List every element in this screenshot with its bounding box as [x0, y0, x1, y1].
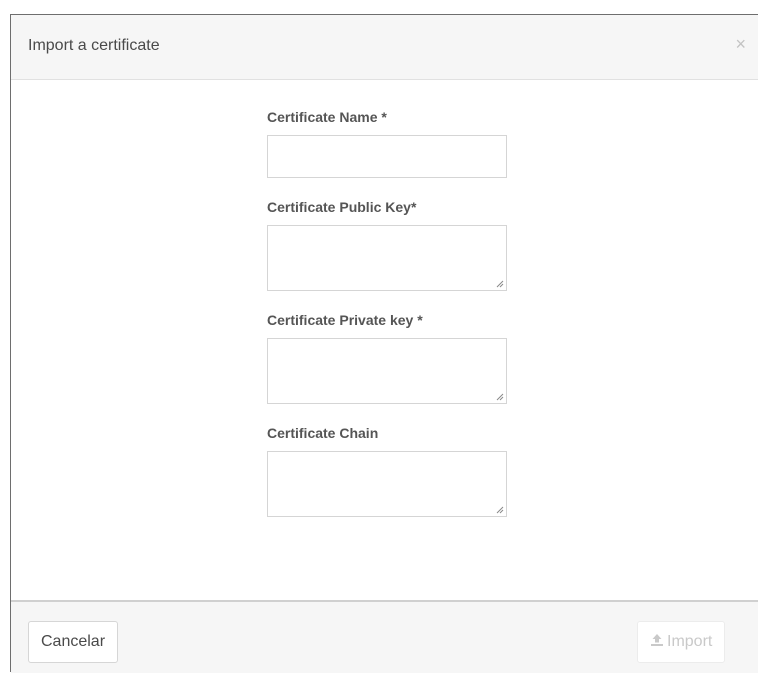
- import-button[interactable]: Import: [637, 621, 726, 663]
- dialog-footer: Cancelar Import: [11, 600, 758, 673]
- import-button-label: Import: [667, 633, 713, 650]
- certificate-private-key-textarea[interactable]: [267, 338, 507, 404]
- import-certificate-dialog: Import a certificate × Certificate Name …: [10, 14, 758, 673]
- resize-grip-icon[interactable]: [496, 506, 504, 514]
- dialog-header: Import a certificate ×: [11, 15, 758, 80]
- resize-grip-icon[interactable]: [496, 393, 504, 401]
- certificate-form: Certificate Name * Certificate Public Ke…: [267, 108, 507, 537]
- certificate-name-label: Certificate Name *: [267, 109, 387, 125]
- upload-icon: [651, 633, 663, 646]
- cancel-button[interactable]: Cancelar: [28, 621, 119, 663]
- certificate-name-input[interactable]: [267, 135, 507, 178]
- certificate-public-key-textarea[interactable]: [267, 225, 507, 291]
- certificate-public-key-label: Certificate Public Key*: [267, 199, 417, 215]
- close-icon[interactable]: ×: [735, 35, 746, 53]
- resize-grip-icon[interactable]: [496, 280, 504, 288]
- certificate-chain-textarea[interactable]: [267, 451, 507, 517]
- certificate-chain-label: Certificate Chain: [267, 425, 379, 441]
- certificate-private-key-label: Certificate Private key *: [267, 312, 423, 328]
- dialog-title: Import a certificate: [28, 37, 160, 54]
